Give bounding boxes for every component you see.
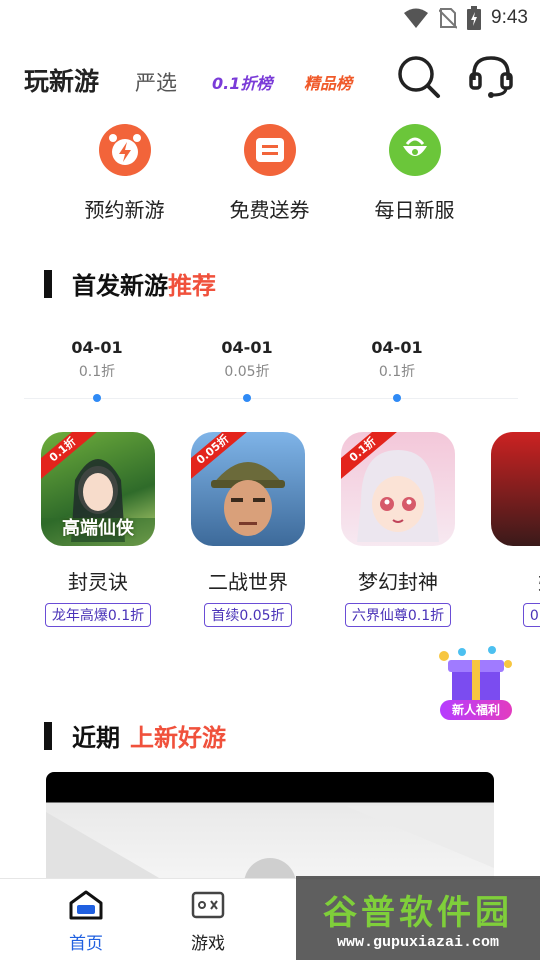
discount-ribbon: 0.1折 xyxy=(341,432,397,488)
game-tag: 0.1折 xyxy=(522,603,540,627)
battery-charging-icon xyxy=(467,6,482,30)
nav-label: 首页 xyxy=(69,934,103,954)
lightning-alarm-icon xyxy=(98,124,151,176)
nav-item-games[interactable]: 游戏 xyxy=(168,889,248,954)
quick-entry-label: 预约新游 xyxy=(84,198,165,222)
section-marker xyxy=(44,721,52,750)
brand-title: 玩新游 xyxy=(24,67,100,96)
game-tag: 首续0.05折 xyxy=(204,603,292,627)
timeline-discount: 0.05折 xyxy=(224,364,270,380)
gamepad-icon xyxy=(191,891,225,919)
game-card[interactable]: 0.1折 梦幻封神 六界仙尊0.1折 xyxy=(333,432,463,627)
home-icon xyxy=(69,890,103,920)
search-button[interactable] xyxy=(394,52,444,102)
game-name: 娘 xyxy=(483,566,540,595)
quick-entry-label: 每日新服 xyxy=(374,198,455,222)
game-icon: 0.1折 xyxy=(341,432,455,546)
recent-game-banner[interactable] xyxy=(46,772,494,882)
customer-service-button[interactable] xyxy=(466,52,516,102)
watermark-title: 谷普软件园 xyxy=(323,893,513,933)
game-icon xyxy=(491,432,540,546)
section-title-main: 首发新游 xyxy=(72,272,168,300)
quick-entry-label: 免费送券 xyxy=(229,198,310,222)
status-time: 9:43 xyxy=(491,7,528,28)
game-card[interactable]: 0.05折 二战世界 首续0.05折 xyxy=(183,432,313,627)
timeline-item[interactable]: 04-01 0.1折 xyxy=(47,338,147,381)
game-tag: 龙年高爆0.1折 xyxy=(44,603,152,627)
timeline-date: 04-01 xyxy=(371,338,423,357)
quick-entry-row: 预约新游 免费送券 每日新服 xyxy=(52,124,488,224)
section-recent-title: 近期 上新好游 xyxy=(44,718,226,753)
headset-icon xyxy=(469,56,513,98)
section-title-main: 近期 xyxy=(72,724,120,752)
quick-entry-coupon[interactable]: 免费送券 xyxy=(197,124,342,223)
watermark-overlay: 谷普软件园 www.gupuxiazai.com xyxy=(296,876,540,960)
nav-item-home[interactable]: 首页 xyxy=(46,889,126,954)
timeline-dot xyxy=(393,394,401,402)
timeline-item[interactable]: 04-01 0.1折 xyxy=(347,338,447,381)
coupon-icon xyxy=(243,124,296,176)
game-name: 梦幻封神 xyxy=(358,570,438,594)
timeline-date: 04-01 xyxy=(221,338,273,357)
top-header: 玩新游 严选 0.1折榜 精品榜 xyxy=(0,52,540,108)
timeline-date: 04-01 xyxy=(71,338,123,357)
section-title-highlight: 推荐 xyxy=(168,272,216,300)
status-bar: 9:43 xyxy=(0,0,540,36)
section-marker xyxy=(44,269,52,298)
game-card[interactable]: 高端仙侠 0.1折 封灵诀 龙年高爆0.1折 xyxy=(33,432,163,627)
timeline-discount: 0.1折 xyxy=(78,364,116,380)
tab-boutique-ranking[interactable]: 精品榜 xyxy=(304,70,352,94)
game-card-list: 高端仙侠 0.1折 封灵诀 龙年高爆0.1折 0.05折 二战世界 首续0.05… xyxy=(0,432,540,632)
gift-label: 新人福利 xyxy=(440,700,512,720)
newcomer-gift-float[interactable]: 新人福利 xyxy=(432,644,520,724)
game-icon: 高端仙侠 0.1折 xyxy=(41,432,155,546)
game-tag: 六界仙尊0.1折 xyxy=(344,603,452,627)
quick-entry-new-server[interactable]: 每日新服 xyxy=(342,124,487,223)
timeline-dot xyxy=(93,394,101,402)
nav-label: 游戏 xyxy=(191,934,225,954)
banner-art xyxy=(46,806,494,882)
timeline-discount: 0.1折 xyxy=(378,364,416,380)
game-card[interactable]: 娘 0.1折 xyxy=(483,432,540,627)
game-name: 二战世界 xyxy=(208,570,288,594)
game-icon: 0.05折 xyxy=(191,432,305,546)
discount-ribbon: 0.05折 xyxy=(191,432,247,488)
timeline-dot xyxy=(243,394,251,402)
game-name: 封灵诀 xyxy=(68,570,128,594)
tab-strict-selection[interactable]: 严选 xyxy=(135,67,177,97)
gift-bag-icon xyxy=(388,124,441,176)
no-sim-icon xyxy=(439,8,458,29)
search-icon xyxy=(398,56,440,98)
quick-entry-reserve[interactable]: 预约新游 xyxy=(52,124,197,223)
wifi-icon xyxy=(404,8,429,28)
tab-discount-ranking[interactable]: 0.1折榜 xyxy=(212,70,272,94)
section-first-release-title: 首发新游 推荐 xyxy=(44,266,216,301)
game-art-text: 高端仙侠 xyxy=(62,518,134,539)
timeline-item[interactable]: 04-01 0.05折 xyxy=(197,338,297,381)
status-icons: 9:43 xyxy=(403,6,528,30)
release-timeline: 04-01 0.1折 04-01 0.05折 04-01 0.1折 xyxy=(0,338,540,408)
watermark-url: www.gupuxiazai.com xyxy=(336,934,500,951)
section-title-highlight: 上新好游 xyxy=(130,724,226,752)
discount-ribbon: 0.1折 xyxy=(41,432,97,488)
